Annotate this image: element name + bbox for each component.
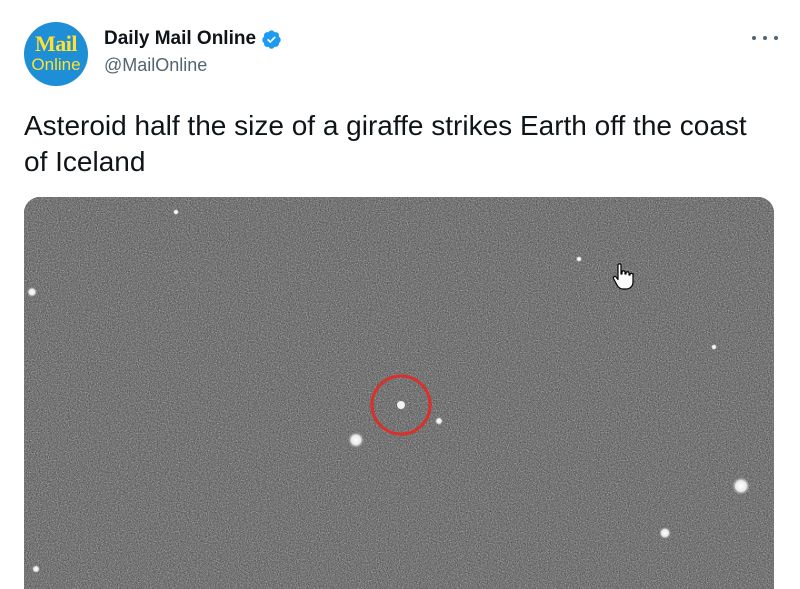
star (27, 287, 37, 297)
more-options-icon[interactable] (752, 30, 778, 46)
avatar-logo-mail: Mail (35, 31, 78, 56)
star (435, 417, 443, 425)
asteroid (397, 401, 405, 409)
star (732, 477, 750, 495)
display-name[interactable]: Daily Mail Online (104, 28, 256, 50)
avatar[interactable]: Mail Online (24, 22, 88, 86)
star (576, 256, 582, 262)
author-name-row: Daily Mail Online (104, 28, 282, 50)
more-dot (774, 36, 778, 40)
author-handle[interactable]: @MailOnline (104, 55, 207, 76)
more-dot (752, 36, 756, 40)
tweet-media-image[interactable] (24, 197, 774, 589)
star (711, 344, 717, 350)
star (348, 432, 364, 448)
asteroid-photo (24, 197, 774, 589)
tweet-text: Asteroid half the size of a giraffe stri… (24, 110, 747, 177)
verified-badge-icon (262, 29, 281, 49)
tweet-card: Mail Online Daily Mail Online @MailOnlin… (0, 0, 800, 589)
star (173, 209, 179, 215)
more-dot (763, 36, 767, 40)
star (32, 565, 40, 573)
star (659, 527, 671, 539)
avatar-logo-online: Online (31, 55, 81, 74)
